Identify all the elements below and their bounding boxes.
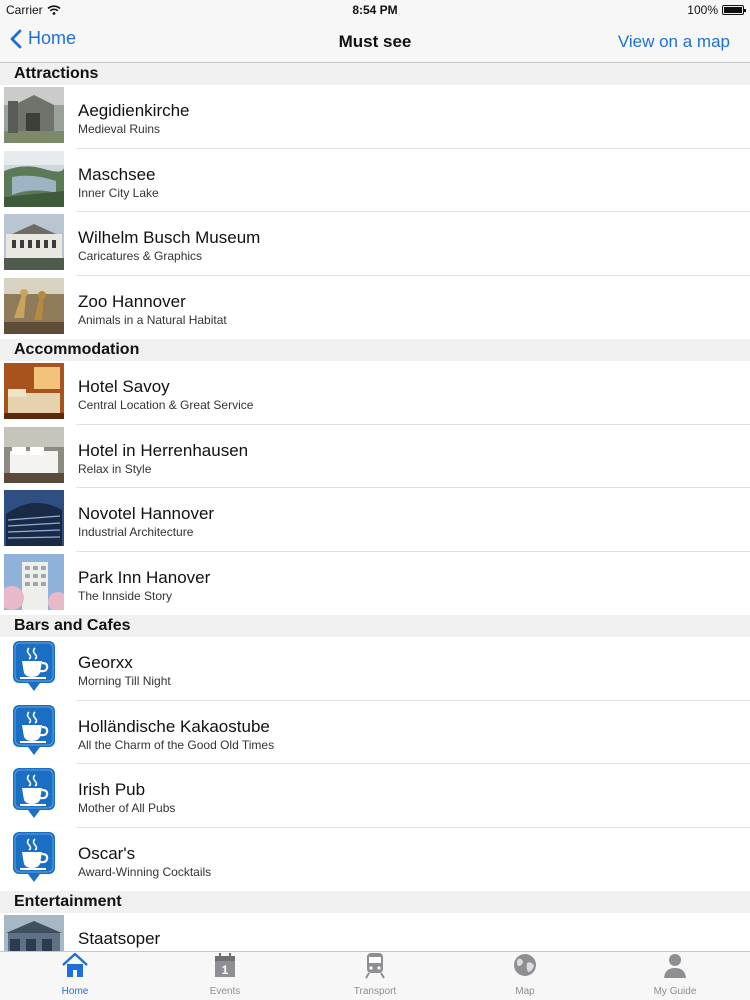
list-item-subtitle: Caricatures & Graphics — [78, 249, 203, 263]
list-item[interactable]: Maschsee Inner City Lake — [0, 149, 750, 213]
list-item-title: Hotel in Herrenhausen — [78, 440, 249, 460]
thumbnail-image — [4, 277, 64, 334]
tab-label: Events — [209, 986, 241, 997]
list-item-title: Aegidienkirche — [78, 101, 190, 120]
list-item[interactable]: Oscar's Award-Winning Cocktails — [0, 828, 750, 892]
svg-text:1: 1 — [222, 963, 229, 977]
tab-home[interactable]: Home — [0, 952, 150, 1000]
list-item-text: Oscar's Award-Winning Cocktails — [78, 844, 211, 879]
list-content[interactable]: Attractions Aegidienkirche Medieval Ruins M… — [0, 63, 750, 951]
list-item-subtitle: Industrial Architecture — [78, 525, 194, 539]
thumbnail-image — [4, 490, 64, 546]
list-item-title: Wilhelm Busch Museum — [78, 228, 261, 247]
thumbnail-image — [4, 214, 64, 270]
thumbnail-image — [4, 426, 64, 483]
list-item-title: Staatsoper — [78, 929, 161, 948]
list-item-title: Park Inn Hanover — [78, 567, 211, 587]
status-right: 100% — [687, 3, 746, 17]
list-item-subtitle: Inner City Lake — [78, 185, 159, 200]
list-item[interactable]: Holländische Kakaostube All the Charm of … — [0, 701, 750, 765]
list-item-subtitle: Mother of All Pubs — [78, 801, 176, 815]
thumbnail-image — [4, 87, 64, 143]
list-item[interactable]: Hotel Savoy Central Location & Great Serv… — [0, 361, 750, 425]
status-bar: Carrier 8:54 PM 100% — [0, 0, 750, 20]
coffee-icon — [4, 830, 64, 886]
list-item-title: Irish Pub — [78, 780, 146, 799]
list-item-subtitle: Animals in a Natural Habitat — [78, 312, 227, 327]
battery-percent: 100% — [687, 3, 718, 17]
tab-my-guide[interactable]: My Guide — [600, 952, 750, 1000]
list-item[interactable]: Novotel Hannover Industrial Architecture — [0, 488, 750, 552]
thumbnail-image — [4, 915, 64, 951]
list-item-subtitle: The Innside Story — [78, 588, 173, 603]
list-item-text: Irish Pub Mother of All Pubs — [78, 780, 175, 815]
list-item-text: Hotel Savoy Central Location & Great Serv… — [78, 377, 253, 412]
list-item-text: Wilhelm Busch Museum Caricatures & Graphi… — [78, 228, 260, 263]
list-item-title: Hotel Savoy — [78, 377, 170, 396]
tab-bar: Home 1 Events Transport Map My Guide — [0, 951, 750, 1000]
list-item[interactable]: Hotel in Herrenhausen Relax in Style — [0, 425, 750, 489]
train-icon — [360, 950, 390, 985]
list-item-text: Aegidienkirche Medieval Ruins — [78, 101, 190, 136]
coffee-icon — [4, 639, 64, 695]
section-header: Attractions — [0, 63, 750, 85]
list-item-subtitle: All the Charm of the Good Old Times — [78, 737, 275, 752]
view-on-map-button[interactable]: View on a map — [618, 32, 730, 52]
coffee-icon — [4, 703, 64, 759]
thumbnail-image — [4, 553, 64, 610]
list-item-text: Maschsee Inner City Lake — [78, 165, 159, 200]
list-item-text: Zoo Hannover Animals in a Natural Habitat — [78, 292, 227, 327]
tab-label: Transport — [353, 986, 397, 997]
list-item[interactable]: Park Inn Hanover The Innside Story — [0, 552, 750, 616]
list-item-title: Oscar's — [78, 843, 136, 863]
list-item-title: Zoo Hannover — [78, 291, 186, 311]
section-header: Entertainment — [0, 891, 750, 913]
list-item-title: Holländische Kakaostube — [78, 716, 270, 736]
list-item-text: Hotel in Herrenhausen Relax in Style — [78, 441, 248, 476]
list-item[interactable]: Aegidienkirche Medieval Ruins — [0, 85, 750, 149]
list-item-subtitle: Relax in Style — [78, 461, 152, 476]
list-item[interactable]: Wilhelm Busch Museum Caricatures & Graphi… — [0, 212, 750, 276]
list-item-subtitle: Morning Till Night — [78, 674, 171, 688]
home-icon — [60, 950, 90, 985]
list-item-text: StaatsoperOpera Lover's Delight — [78, 929, 194, 951]
tab-label: Home — [61, 986, 89, 997]
list-item-subtitle: Award-Winning Cocktails — [78, 864, 212, 879]
thumbnail-image — [4, 363, 64, 419]
list-item-text: Holländische Kakaostube All the Charm of … — [78, 717, 274, 752]
list-item-subtitle: Medieval Ruins — [78, 122, 161, 136]
list-item-title: Georxx — [78, 653, 133, 672]
list-item-text: Georxx Morning Till Night — [78, 653, 171, 688]
section-header: Accommodation — [0, 339, 750, 361]
tab-events[interactable]: 1 Events — [150, 952, 300, 1000]
tab-transport[interactable]: Transport — [300, 952, 450, 1000]
list-item[interactable]: StaatsoperOpera Lover's Delight — [0, 913, 750, 951]
coffee-icon — [4, 766, 64, 822]
person-icon — [660, 950, 690, 985]
calendar-icon: 1 — [210, 950, 240, 985]
list-item-title: Maschsee — [78, 164, 156, 184]
list-item[interactable]: Georxx Morning Till Night — [0, 637, 750, 701]
globe-icon — [510, 950, 540, 985]
battery-icon — [722, 5, 746, 15]
list-item-text: Novotel Hannover Industrial Architecture — [78, 504, 214, 539]
section-header: Bars and Cafes — [0, 615, 750, 637]
list-item-title: Novotel Hannover — [78, 504, 215, 523]
status-time: 8:54 PM — [352, 3, 398, 17]
list-item[interactable]: Zoo Hannover Animals in a Natural Habitat — [0, 276, 750, 340]
list-item[interactable]: Irish Pub Mother of All Pubs — [0, 764, 750, 828]
navigation-bar: Home Must see View on a map — [0, 20, 750, 63]
thumbnail-image — [4, 150, 64, 207]
list-item-text: Park Inn Hanover The Innside Story — [78, 568, 210, 603]
tab-label: My Guide — [653, 986, 697, 997]
list-item-subtitle: Central Location & Great Service — [78, 398, 254, 412]
tab-map[interactable]: Map — [450, 952, 600, 1000]
tab-label: Map — [515, 986, 535, 997]
